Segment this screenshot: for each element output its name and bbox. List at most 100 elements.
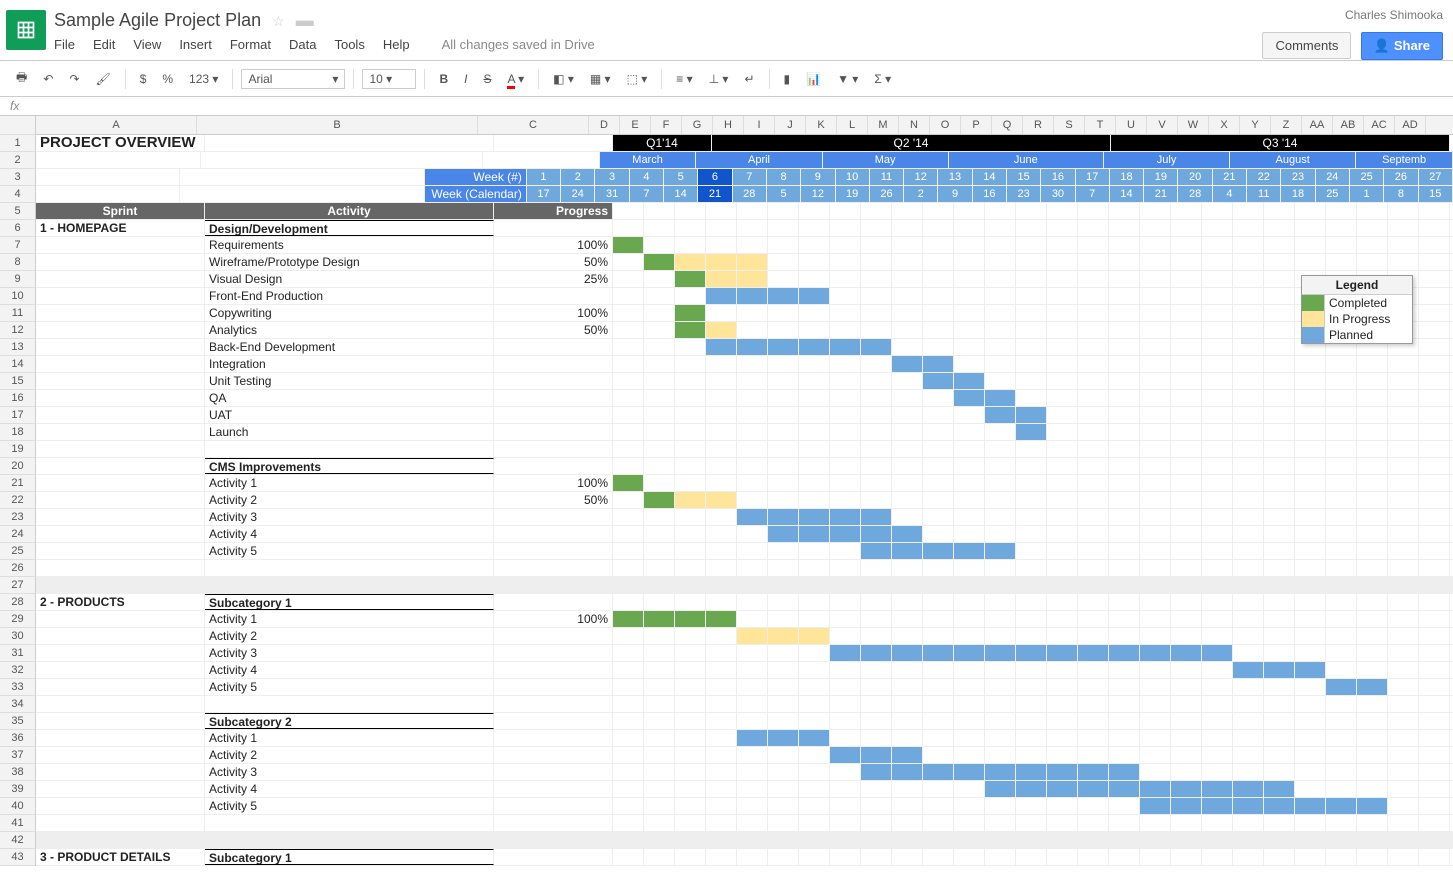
gantt-cell[interactable] — [892, 305, 923, 321]
sprint-cell[interactable] — [36, 526, 205, 542]
gantt-cell[interactable] — [1202, 662, 1233, 678]
gantt-cell[interactable] — [1264, 441, 1295, 457]
gantt-cell[interactable] — [1264, 254, 1295, 270]
gantt-cell[interactable] — [954, 560, 985, 576]
row-head[interactable]: 25 — [0, 543, 36, 560]
gantt-cell[interactable] — [737, 390, 768, 406]
gantt-cell[interactable] — [613, 237, 644, 253]
gantt-cell[interactable] — [644, 254, 675, 270]
gantt-cell[interactable] — [644, 798, 675, 814]
gantt-cell[interactable] — [675, 594, 706, 610]
gantt-cell[interactable] — [1016, 475, 1047, 491]
week-cal[interactable]: 9 — [938, 186, 972, 202]
formula-bar[interactable]: fx — [0, 97, 1453, 116]
gantt-cell[interactable] — [1171, 849, 1202, 865]
gantt-cell[interactable] — [1171, 407, 1202, 423]
gantt-cell[interactable] — [1357, 220, 1388, 236]
menu-view[interactable]: View — [133, 37, 161, 52]
gantt-cell[interactable] — [1047, 798, 1078, 814]
sprint-cell[interactable] — [36, 645, 205, 661]
gantt-cell[interactable] — [1109, 305, 1140, 321]
progress-cell[interactable] — [494, 730, 613, 746]
gantt-cell[interactable] — [1388, 254, 1419, 270]
gantt-cell[interactable] — [706, 764, 737, 780]
gantt-cell[interactable] — [892, 390, 923, 406]
gantt-cell[interactable] — [768, 611, 799, 627]
row-head[interactable]: 42 — [0, 832, 36, 849]
week-cal[interactable]: 8 — [1384, 186, 1418, 202]
gantt-cell[interactable] — [1140, 764, 1171, 780]
gantt-cell[interactable] — [675, 288, 706, 304]
gantt-cell[interactable] — [1171, 747, 1202, 763]
week-num[interactable]: 12 — [904, 169, 938, 185]
gantt-cell[interactable] — [1047, 696, 1078, 712]
gantt-cell[interactable] — [1109, 288, 1140, 304]
gantt-cell[interactable] — [1202, 543, 1233, 559]
gantt-cell[interactable] — [613, 560, 644, 576]
gantt-cell[interactable] — [644, 441, 675, 457]
gantt-cell[interactable] — [644, 611, 675, 627]
gantt-cell[interactable] — [1388, 815, 1419, 831]
progress-cell[interactable] — [494, 356, 613, 372]
week-cal[interactable]: 16 — [973, 186, 1007, 202]
week-num[interactable]: 24 — [1316, 169, 1350, 185]
gantt-cell[interactable] — [1233, 288, 1264, 304]
gantt-cell[interactable] — [1047, 764, 1078, 780]
gantt-cell[interactable] — [768, 322, 799, 338]
gantt-cell[interactable] — [1388, 560, 1419, 576]
font-size-select[interactable]: 10 ▾ — [362, 69, 416, 89]
gantt-cell[interactable] — [861, 475, 892, 491]
gantt-cell[interactable] — [830, 611, 861, 627]
gantt-cell[interactable] — [1171, 237, 1202, 253]
gantt-cell[interactable] — [954, 849, 985, 865]
week-cal[interactable]: 14 — [664, 186, 698, 202]
gantt-cell[interactable] — [768, 560, 799, 576]
gantt-cell[interactable] — [1109, 815, 1140, 831]
gantt-cell[interactable] — [613, 458, 644, 474]
gantt-cell[interactable] — [644, 526, 675, 542]
gantt-cell[interactable] — [768, 747, 799, 763]
gantt-cell[interactable] — [1047, 492, 1078, 508]
gantt-cell[interactable] — [644, 220, 675, 236]
row-head[interactable]: 33 — [0, 679, 36, 696]
progress-cell[interactable] — [494, 628, 613, 644]
gantt-cell[interactable] — [613, 424, 644, 440]
gantt-cell[interactable] — [1264, 458, 1295, 474]
gantt-cell[interactable] — [675, 356, 706, 372]
gantt-cell[interactable] — [675, 458, 706, 474]
progress-cell[interactable] — [494, 798, 613, 814]
gantt-cell[interactable] — [1202, 203, 1233, 219]
gantt-cell[interactable] — [644, 203, 675, 219]
gantt-cell[interactable] — [706, 407, 737, 423]
gantt-cell[interactable] — [830, 713, 861, 729]
gantt-cell[interactable] — [1140, 322, 1171, 338]
gantt-cell[interactable] — [768, 441, 799, 457]
gantt-cell[interactable] — [1326, 764, 1357, 780]
gantt-cell[interactable] — [861, 203, 892, 219]
gantt-cell[interactable] — [613, 271, 644, 287]
gantt-cell[interactable] — [1233, 441, 1264, 457]
week-num[interactable]: 27 — [1419, 169, 1453, 185]
gantt-cell[interactable] — [675, 424, 706, 440]
gantt-cell[interactable] — [613, 798, 644, 814]
gantt-cell[interactable] — [1388, 662, 1419, 678]
gantt-cell[interactable] — [1171, 560, 1202, 576]
gantt-cell[interactable] — [1326, 509, 1357, 525]
gantt-cell[interactable] — [892, 730, 923, 746]
gantt-cell[interactable] — [1078, 747, 1109, 763]
gantt-cell[interactable] — [1171, 764, 1202, 780]
week-cal[interactable]: 14 — [1110, 186, 1144, 202]
gantt-cell[interactable] — [985, 475, 1016, 491]
gantt-cell[interactable] — [706, 305, 737, 321]
row-head[interactable]: 23 — [0, 509, 36, 526]
gantt-cell[interactable] — [1326, 730, 1357, 746]
gantt-cell[interactable] — [830, 424, 861, 440]
activity-cell[interactable]: Wireframe/Prototype Design — [205, 254, 494, 270]
gantt-cell[interactable] — [799, 288, 830, 304]
gantt-cell[interactable] — [799, 628, 830, 644]
gantt-cell[interactable] — [830, 203, 861, 219]
gantt-cell[interactable] — [706, 441, 737, 457]
gantt-cell[interactable] — [892, 254, 923, 270]
gantt-cell[interactable] — [1357, 475, 1388, 491]
gantt-cell[interactable] — [1171, 696, 1202, 712]
